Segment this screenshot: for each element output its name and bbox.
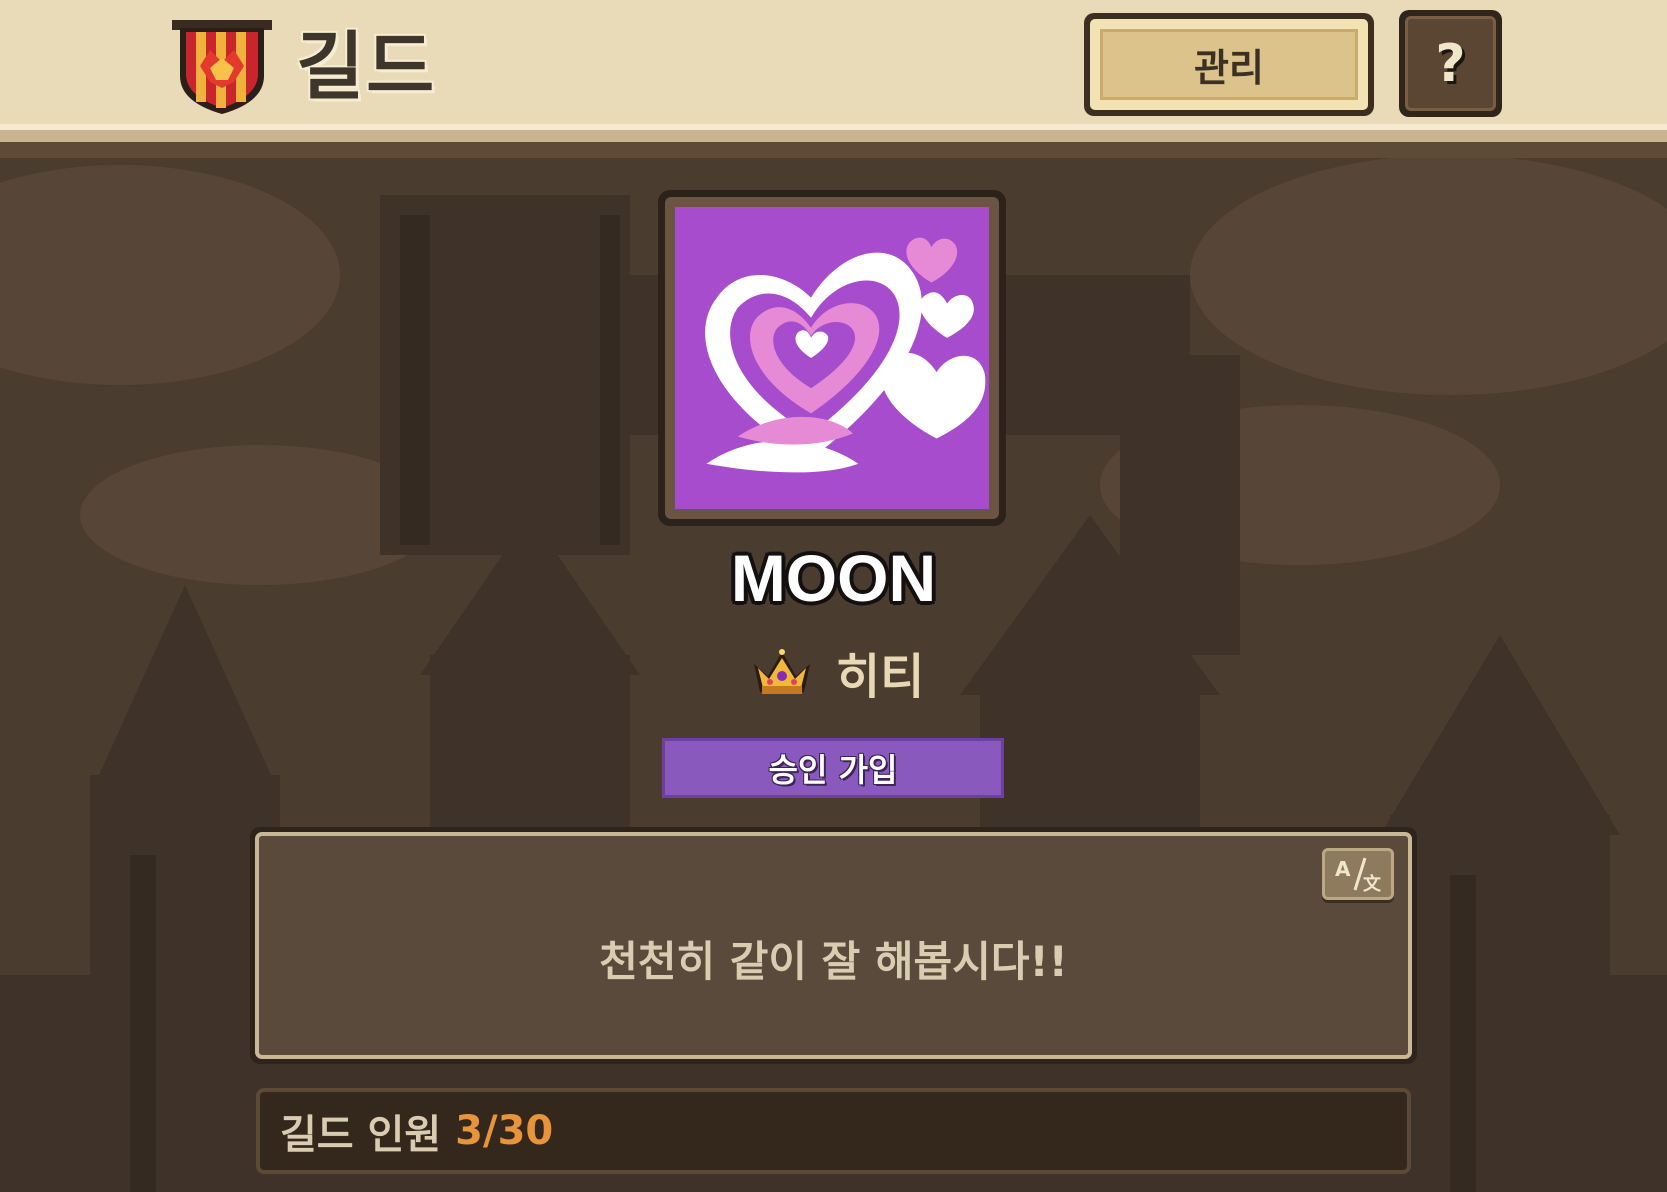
- crown-icon: [754, 649, 810, 694]
- manage-button[interactable]: 관리: [1084, 13, 1374, 116]
- manage-button-label: 관리: [1100, 29, 1358, 100]
- help-icon: ?: [1405, 16, 1496, 111]
- help-button[interactable]: ?: [1399, 10, 1502, 117]
- page-title: 길드: [296, 24, 437, 110]
- svg-text:A: A: [1335, 857, 1351, 881]
- guild-icon-frame: [658, 190, 1006, 526]
- member-count-value: 3/30: [455, 1108, 554, 1154]
- svg-text:文: 文: [1363, 873, 1382, 894]
- member-count-label: 길드 인원: [280, 1112, 442, 1158]
- guild-leader: 히티: [750, 636, 924, 708]
- guild-name: MOON: [730, 541, 937, 615]
- translate-button[interactable]: A 文: [1322, 848, 1394, 900]
- leader-name: 히티: [836, 649, 925, 705]
- guild-member-count-bar: 길드 인원 3/30: [256, 1088, 1411, 1174]
- header-divider: [0, 142, 1667, 158]
- guild-shield-icon: [172, 20, 272, 114]
- guild-description-box: 천천히 같이 잘 해봅시다!! A 文: [250, 827, 1417, 1064]
- join-type-badge: 승인 가입: [662, 738, 1004, 798]
- heart-emblem-icon: [675, 207, 989, 509]
- translate-icon: A 文: [1335, 857, 1382, 894]
- guild-description: 천천히 같이 잘 해봅시다!!: [599, 937, 1068, 986]
- header-divider: [0, 130, 1667, 142]
